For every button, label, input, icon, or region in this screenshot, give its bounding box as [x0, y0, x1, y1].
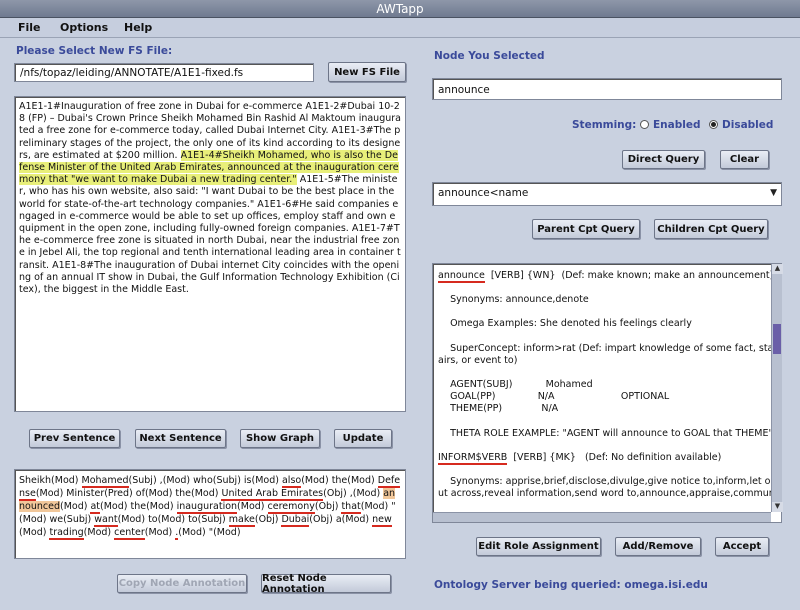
annotated-word[interactable]: center: [114, 527, 145, 540]
sense-line: Synonyms: apprise,brief,disclose,divulge…: [438, 476, 782, 488]
annotation-text: (Mod): [19, 527, 50, 538]
annotated-word[interactable]: also: [281, 475, 302, 488]
scroll-up-icon[interactable]: ▲: [772, 264, 783, 274]
parent-concept-query-button[interactable]: Parent Cpt Query: [532, 219, 640, 239]
sense-line: THETA ROLE EXAMPLE: "AGENT will announce…: [438, 427, 773, 439]
prev-sentence-button[interactable]: Prev Sentence: [29, 429, 120, 448]
menu-help[interactable]: Help: [124, 21, 152, 34]
concept-select-value: announce<name: [438, 187, 529, 199]
sense-line: Synonyms: announce,denote: [438, 294, 589, 306]
main-panel: Please Select New FS File: /nfs/topaz/le…: [0, 38, 800, 610]
annotation-text: (Mod) Minister(Pred) of(Mod) the(Mod): [35, 488, 222, 499]
sense-line: SuperConcept: inform>rat (Def: impart kn…: [438, 342, 782, 354]
sense-line: Omega Examples: She denoted his feelings…: [438, 318, 692, 330]
select-fs-label: Please Select New FS File:: [16, 45, 173, 57]
sense-head[interactable]: INFORM$VERB: [438, 451, 508, 465]
annotation-text: (Obj): [254, 514, 282, 525]
annotated-word[interactable]: new: [372, 514, 392, 527]
annotation-text: (Mod) to(Mod) to(Subj): [117, 514, 229, 525]
menu-options[interactable]: Options: [60, 21, 108, 34]
document-text-after: A1E1-5#The minister, who has his own web…: [19, 174, 401, 296]
sense-line: announce [VERB] {WN} (Def: make known; m…: [438, 270, 773, 283]
annotation-text: (Mod) the(Mod): [301, 475, 378, 486]
annotation-text: (Mod): [59, 501, 91, 512]
concept-senses-area[interactable]: announce [VERB] {WN} (Def: make known; m…: [432, 263, 782, 523]
annotated-word[interactable]: at: [90, 501, 101, 514]
show-graph-button[interactable]: Show Graph: [240, 429, 320, 448]
add-remove-button[interactable]: Add/Remove: [615, 537, 701, 556]
annotation-text: (Obj): [314, 501, 342, 512]
scroll-thumb[interactable]: [773, 324, 781, 354]
stemming-label: Stemming:: [572, 119, 637, 131]
stemming-disabled-label: Disabled: [722, 119, 774, 131]
window-title: AWTapp: [376, 2, 424, 16]
sense-definition: [VERB] {WN} (Def: make known; make an an…: [484, 270, 774, 281]
node-selected-label: Node You Selected: [434, 50, 545, 62]
sense-line: THEME(PP) N/A: [438, 403, 559, 415]
annotated-word[interactable]: that: [341, 501, 361, 514]
children-concept-query-button[interactable]: Children Cpt Query: [654, 219, 768, 239]
annotation-text: (Obj) ,(Mod): [323, 488, 384, 499]
annotation-text: (Mod): [237, 501, 268, 512]
sentence-annotation-area[interactable]: Sheikh(Mod) Mohamed(Subj) ,(Mod) who(Sub…: [14, 469, 406, 559]
concept-select[interactable]: announce<name ▼: [432, 182, 782, 206]
annotated-word[interactable]: trading: [49, 527, 84, 540]
edit-role-assignment-button[interactable]: Edit Role Assignment: [476, 537, 601, 556]
copy-node-annotation-button[interactable]: Copy Node Annotation: [117, 574, 247, 593]
stemming-disabled-radio[interactable]: [709, 120, 718, 129]
annotated-word[interactable]: United Arab Emirates: [221, 488, 324, 501]
senses-vertical-scrollbar[interactable]: ▲ ▼: [771, 264, 783, 512]
reset-node-annotation-button[interactable]: Reset Node Annotation: [261, 573, 391, 595]
annotated-word[interactable]: Dubai: [281, 514, 310, 527]
sense-line: AGENT(SUBJ) Mohamed: [438, 379, 593, 391]
annotated-word[interactable]: ceremony: [267, 501, 315, 514]
sense-line: airs, or event to): [438, 354, 518, 366]
annotation-text: (Mod) "(Mod): [178, 527, 241, 538]
update-button[interactable]: Update: [334, 429, 392, 448]
stemming-enabled-radio[interactable]: [640, 120, 649, 129]
stemming-enabled-label: Enabled: [653, 119, 701, 131]
scroll-down-icon[interactable]: ▼: [772, 502, 783, 512]
annotation-text: (Obj) a(Mod): [309, 514, 373, 525]
document-text-area[interactable]: A1E1-1#Inauguration of free zone in Duba…: [14, 96, 406, 412]
annotation-text: (Mod): [83, 527, 115, 538]
sense-line: INFORM$VERB [VERB] {MK} (Def: No definit…: [438, 451, 769, 465]
annotated-word[interactable]: inauguration: [176, 501, 238, 514]
annotation-text: (Mod): [144, 527, 176, 538]
annotated-word[interactable]: make: [228, 514, 255, 527]
clear-button[interactable]: Clear: [720, 150, 769, 169]
direct-query-button[interactable]: Direct Query: [622, 150, 705, 169]
window-title-bar: AWTapp: [0, 0, 800, 18]
sense-line: ut across,reveal information,send word t…: [438, 488, 782, 500]
annotation-text: (Subj) ,(Mod) who(Subj) is(Mod): [128, 475, 282, 486]
selected-node-input[interactable]: announce: [432, 78, 782, 100]
sense-line: GOAL(PP) N/A OPTIONAL: [438, 391, 670, 403]
menu-bar: File Options Help: [0, 18, 800, 38]
annotation-text: (Mod) the(Mod): [100, 501, 177, 512]
annotated-word[interactable]: want: [94, 514, 118, 527]
senses-horizontal-scrollbar[interactable]: [433, 512, 771, 522]
sense-head[interactable]: announce: [438, 270, 485, 283]
annotation-text: Sheikh(Mod): [19, 475, 82, 486]
sense-definition: [VERB] {MK} (Def: No definition availabl…: [507, 451, 722, 463]
annotated-word[interactable]: Mohamed: [81, 475, 129, 488]
chevron-down-icon[interactable]: ▼: [770, 188, 777, 198]
accept-button[interactable]: Accept: [715, 537, 769, 556]
new-fs-file-button[interactable]: New FS File: [328, 62, 406, 82]
next-sentence-button[interactable]: Next Sentence: [135, 429, 226, 448]
menu-file[interactable]: File: [18, 21, 41, 34]
ontology-server-label: Ontology Server being queried: omega.isi…: [434, 579, 708, 591]
fs-file-path-input[interactable]: /nfs/topaz/leiding/ANNOTATE/A1E1-fixed.f…: [14, 63, 314, 82]
